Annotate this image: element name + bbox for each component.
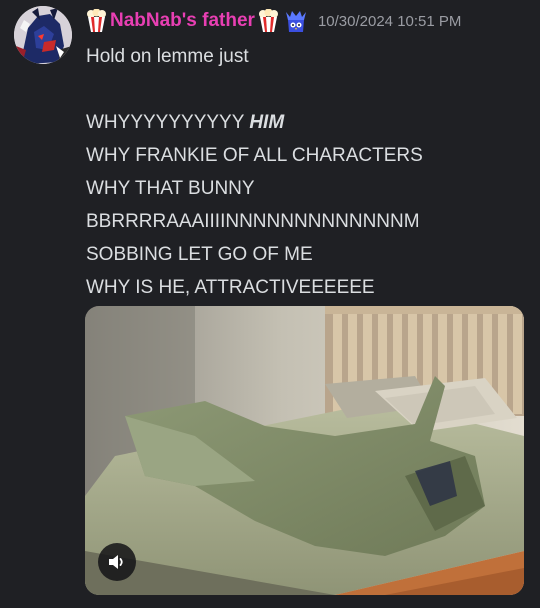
message-line: BBRRRRAAAIIIINNNNNNNNNNNNNM bbox=[86, 211, 420, 232]
chat-message: NabNab's father 10/30/2024 10:51 PM Hold… bbox=[0, 0, 540, 608]
owl-crown-role-icon[interactable] bbox=[283, 8, 309, 34]
popcorn-emoji bbox=[86, 8, 107, 33]
emphasis-text: HIM bbox=[249, 112, 285, 133]
message-line: Hold on lemme just bbox=[86, 46, 249, 67]
author-name[interactable]: NabNab's father bbox=[110, 10, 255, 32]
user-avatar[interactable] bbox=[14, 6, 72, 64]
message-timestamp: 10/30/2024 10:51 PM bbox=[317, 12, 462, 30]
message-content: Hold on lemme just WHYYYYYYYYYY HIM WHY … bbox=[86, 40, 526, 304]
message-line: WHY THAT BUNNY bbox=[86, 178, 255, 199]
volume-button[interactable] bbox=[98, 543, 136, 581]
message-line: WHY FRANKIE OF ALL CHARACTERS bbox=[86, 145, 423, 166]
bed-video-frame bbox=[85, 306, 524, 595]
video-attachment[interactable] bbox=[85, 306, 524, 595]
message-line: SOBBING LET GO OF ME bbox=[86, 244, 313, 265]
message-line: WHY IS HE, ATTRACTIVEEEEEE bbox=[86, 277, 375, 298]
avatar-icon bbox=[14, 6, 72, 64]
message-line: WHYYYYYYYYYY HIM bbox=[86, 106, 526, 139]
message-line-blank bbox=[86, 73, 526, 106]
message-line-text: WHYYYYYYYYYY bbox=[86, 112, 250, 133]
message-header: NabNab's father 10/30/2024 10:51 PM bbox=[86, 7, 461, 35]
popcorn-emoji bbox=[258, 8, 279, 33]
volume-icon bbox=[109, 555, 123, 569]
